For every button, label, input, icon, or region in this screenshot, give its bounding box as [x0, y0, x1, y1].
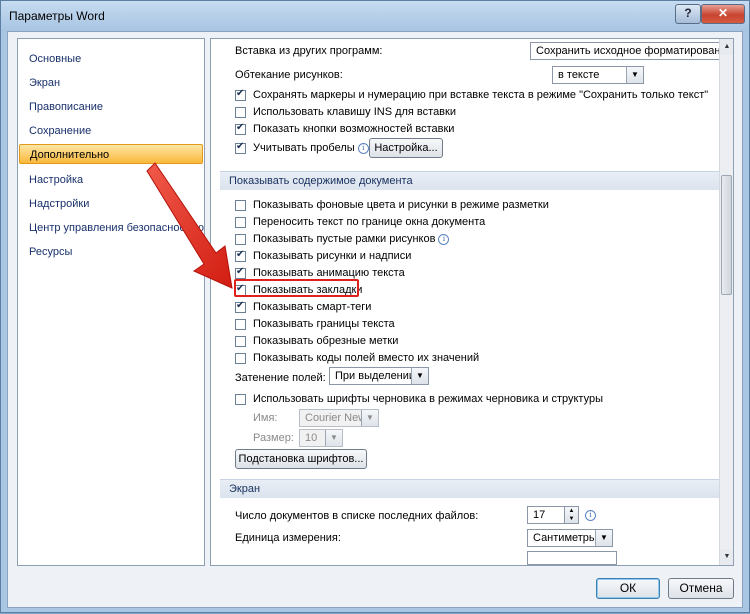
annotation-arrow-icon [146, 162, 233, 289]
word-options-dialog: Параметры Word ? ✕ Основные Экран Правоп… [0, 0, 750, 613]
